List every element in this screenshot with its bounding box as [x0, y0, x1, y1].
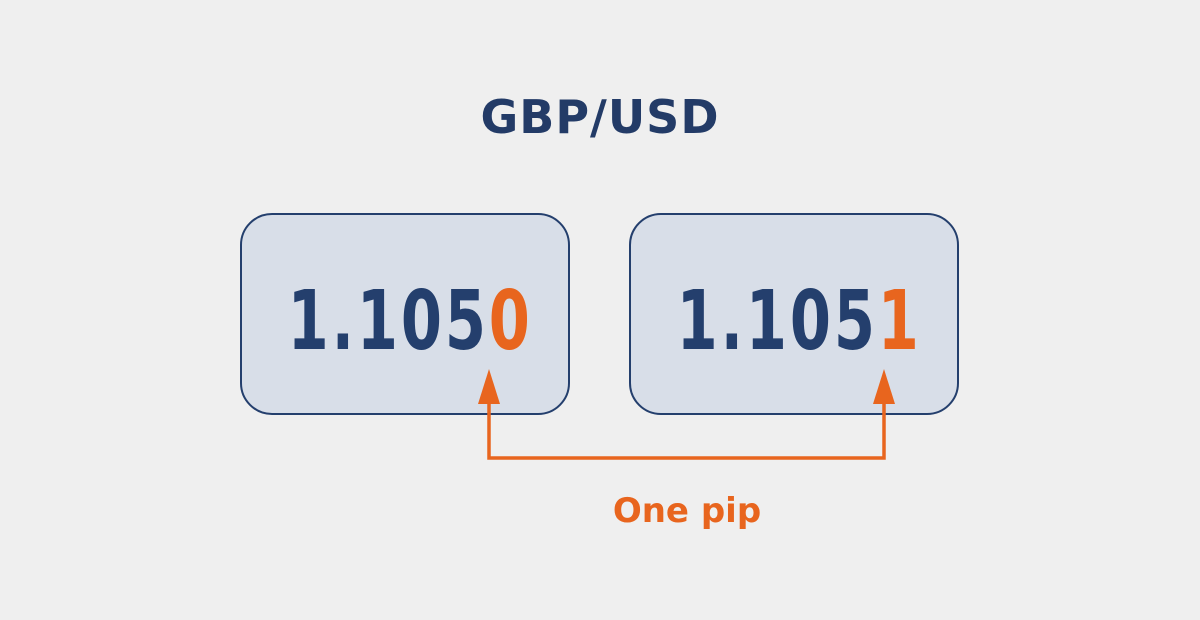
- pip-caption: One pip: [612, 491, 762, 531]
- arrow-up-icon: [873, 369, 895, 404]
- connector-line: [487, 402, 886, 460]
- arrow-up-icon: [478, 369, 500, 404]
